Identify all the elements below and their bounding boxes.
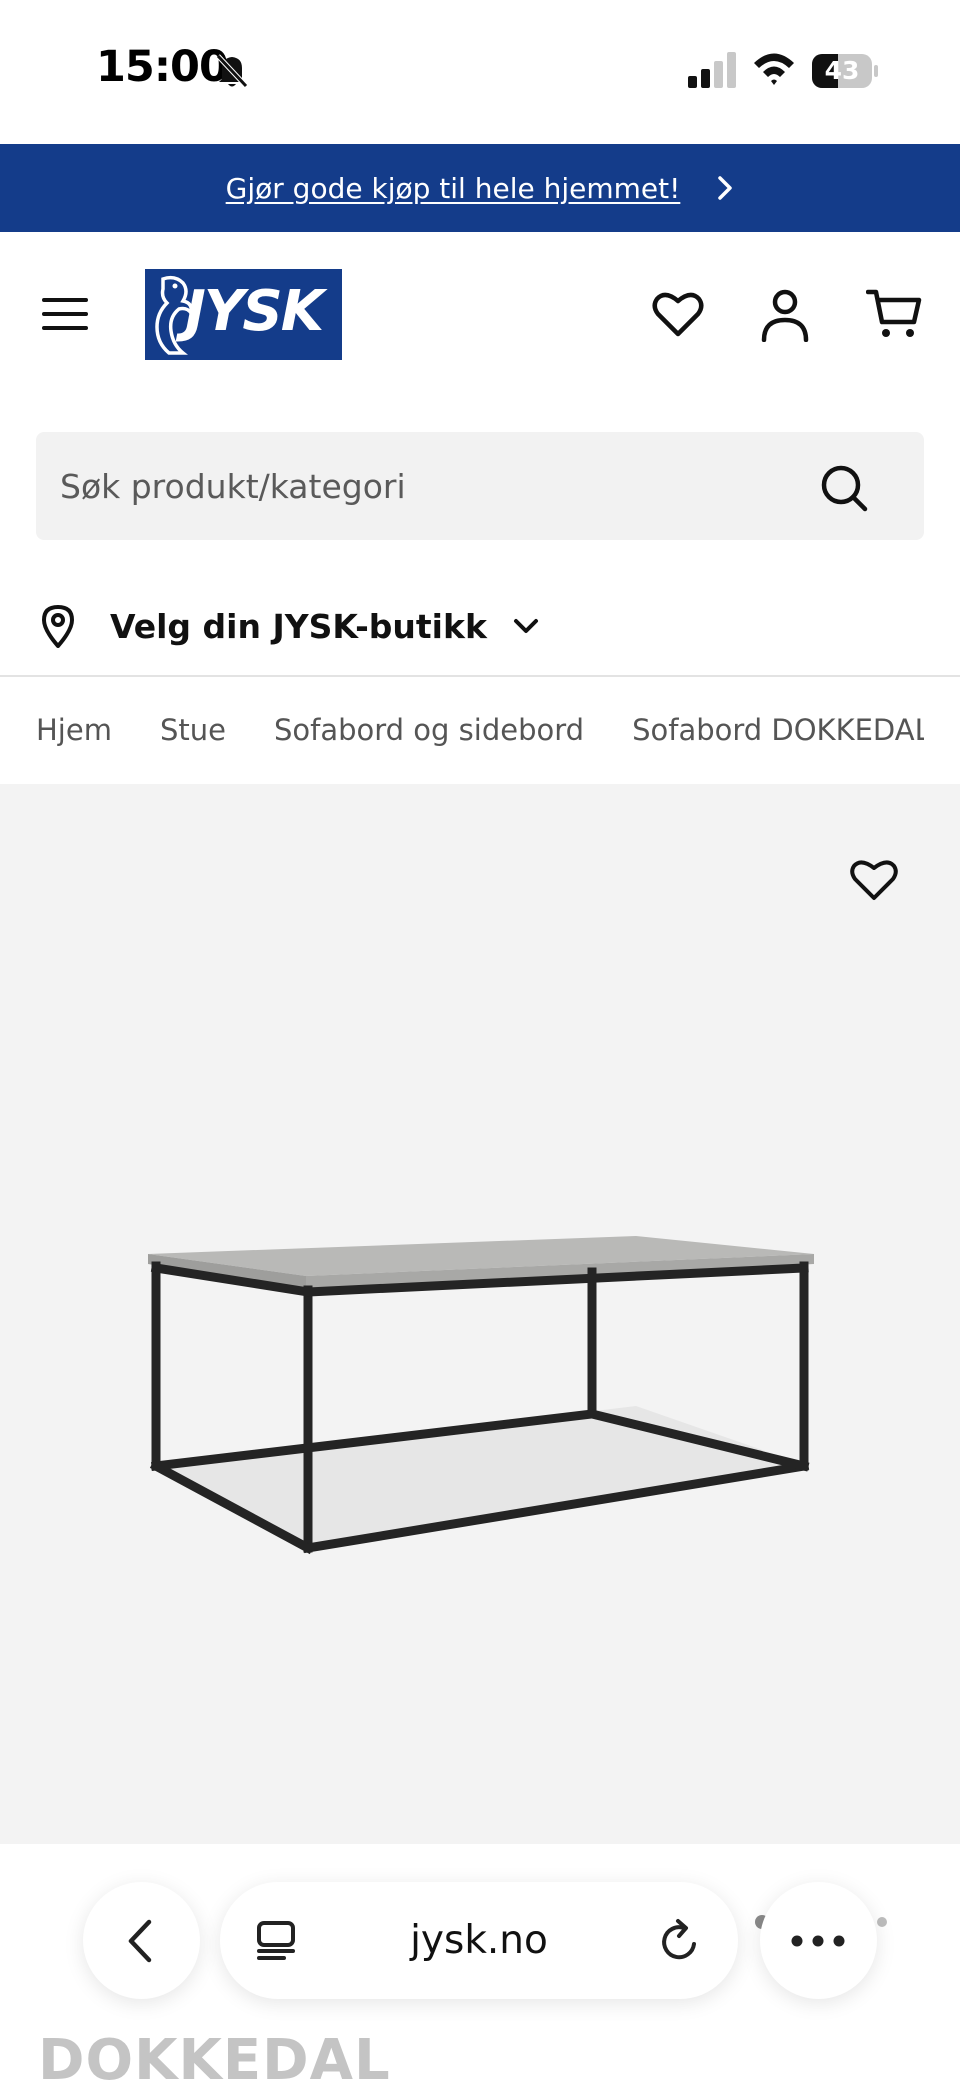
search-input[interactable]: [60, 432, 820, 540]
cart-icon[interactable]: [866, 288, 922, 340]
site-header: JYSK: [0, 232, 960, 397]
chevron-down-icon: [513, 619, 538, 633]
promo-banner[interactable]: Gjør gode kjøp til hele hjemmet!: [0, 144, 960, 232]
battery-indicator: 43: [812, 54, 878, 88]
divider: [0, 675, 960, 677]
chevron-right-icon: [718, 176, 733, 200]
heart-icon[interactable]: [652, 290, 704, 338]
search-bar: [36, 432, 924, 540]
breadcrumb-item-stue[interactable]: Stue: [160, 713, 226, 747]
reload-icon[interactable]: [658, 1918, 702, 1964]
store-selector[interactable]: Velg din JYSK-butikk: [40, 598, 539, 654]
promo-link[interactable]: Gjør gode kjøp til hele hjemmet!: [226, 172, 681, 205]
breadcrumb-item-current: Sofabord DOKKEDAL 70x110: [632, 713, 924, 747]
browser-more-button[interactable]: [760, 1882, 877, 1999]
status-time: 15:00: [96, 42, 229, 92]
location-pin-icon: [42, 605, 74, 648]
user-icon[interactable]: [760, 288, 810, 342]
coffee-table-image: [148, 1236, 814, 1555]
menu-icon[interactable]: [42, 294, 88, 334]
product-title: DOKKEDAL: [38, 2028, 391, 2081]
favorite-heart-icon[interactable]: [848, 856, 900, 904]
more-icon: [791, 1935, 845, 1947]
cellular-signal-icon: [688, 52, 736, 88]
breadcrumb: Hjem Stue Sofabord og sidebord Sofabord …: [36, 706, 924, 754]
store-selector-label: Velg din JYSK-butikk: [110, 606, 487, 646]
breadcrumb-item-sofabord-og-sidebord[interactable]: Sofabord og sidebord: [274, 713, 584, 747]
status-bar: 15:00 43: [0, 0, 960, 144]
logo-text: JYSK: [185, 279, 324, 344]
back-chevron-icon: [128, 1919, 152, 1963]
breadcrumb-item-home[interactable]: Hjem: [36, 713, 112, 747]
jysk-logo[interactable]: JYSK: [145, 269, 342, 360]
search-icon[interactable]: [820, 464, 868, 512]
battery-level: 43: [824, 56, 860, 85]
browser-back-button[interactable]: [83, 1882, 200, 1999]
browser-address-bar[interactable]: jysk.no: [220, 1882, 738, 1999]
bell-muted-icon: [216, 54, 248, 88]
wifi-icon: [754, 53, 794, 85]
